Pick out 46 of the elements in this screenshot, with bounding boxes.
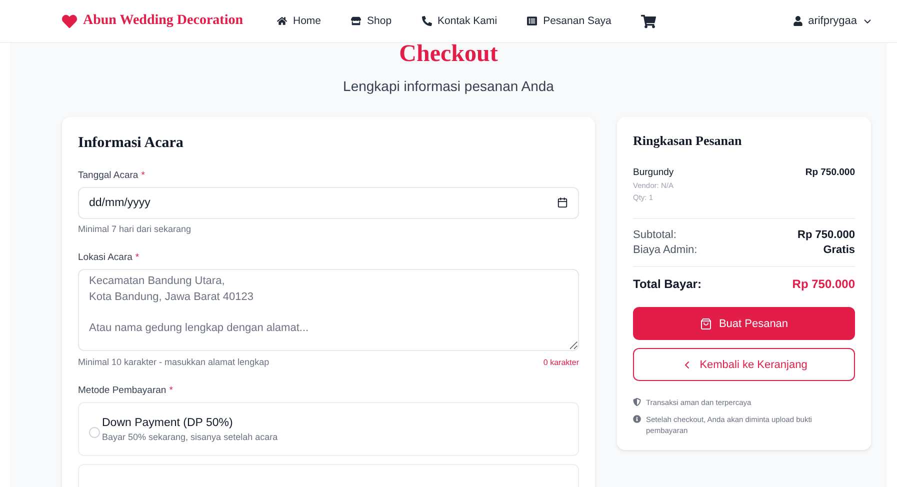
required-mark: * xyxy=(169,385,173,396)
list-icon xyxy=(527,16,538,26)
summary-value: Rp 750.000 xyxy=(798,229,855,241)
radio-button[interactable] xyxy=(89,426,100,438)
field-label: Metode Pembayaran xyxy=(78,385,166,396)
nav-link[interactable]: Shop xyxy=(351,15,392,27)
page-title: Checkout xyxy=(399,41,498,68)
phone-icon xyxy=(422,16,432,26)
field-hint: Minimal 10 karakter - masukkan alamat lengkap xyxy=(78,357,270,367)
store-icon xyxy=(351,16,362,26)
user-menu[interactable]: arifprygaa xyxy=(793,15,873,27)
payment-option[interactable]: Down Payment (DP 50%) Bayar 50% sekarang, sisanya setelah acara xyxy=(78,402,579,456)
total-value: Rp 750.000 xyxy=(792,277,855,291)
page-subtitle: Lengkapi informasi pesanan Anda xyxy=(343,78,554,94)
nav-link[interactable]: Pesanan Saya xyxy=(527,15,612,27)
field-label: Tanggal Acara xyxy=(78,170,138,181)
item-name: Burgundy xyxy=(633,167,674,178)
character-counter: 0 karakter xyxy=(543,358,579,366)
summary-label: Subtotal: xyxy=(633,229,676,241)
place-order-button[interactable]: Buat Pesanan xyxy=(633,307,855,340)
nav-link[interactable]: Kontak Kami xyxy=(422,15,498,27)
section-title: Informasi Acara xyxy=(78,135,184,152)
summary-label: Biaya Admin: xyxy=(633,244,698,256)
back-to-cart-button[interactable]: Kembali ke Keranjang xyxy=(633,348,855,381)
shield-icon xyxy=(633,398,641,406)
total-label: Total Bayar: xyxy=(633,277,702,291)
bag-icon xyxy=(700,318,712,330)
calendar-icon[interactable] xyxy=(557,197,568,208)
summary-value: Gratis xyxy=(823,244,855,256)
option-title: Down Payment (DP 50%) xyxy=(102,416,234,428)
heart-icon xyxy=(62,14,77,28)
brand-name[interactable]: Abun Wedding Decoration xyxy=(83,13,243,29)
required-mark: * xyxy=(141,170,145,181)
location-field[interactable]: Kecamatan Bandung Utara, Kota Bandung, Jawa Barat 40123 Atau nama gedung lengkap dengan alamat... xyxy=(78,269,579,351)
item-price: Rp 750.000 xyxy=(805,167,855,178)
required-mark: * xyxy=(135,252,140,263)
nav-link[interactable]: Home xyxy=(277,15,322,27)
date-field[interactable]: dd/mm/yyyy xyxy=(78,187,579,219)
home-icon xyxy=(277,16,287,26)
cart-icon[interactable] xyxy=(641,14,656,28)
user-icon xyxy=(793,16,804,26)
option-description: Bayar 50% sekarang, sisanya setelah acara xyxy=(102,432,278,442)
field-label: Lokasi Acara xyxy=(78,252,132,263)
info-icon xyxy=(633,415,641,423)
field-hint: Minimal 7 hari dari sekarang xyxy=(78,224,192,234)
section-title: Ringkasan Pesanan xyxy=(633,133,743,149)
